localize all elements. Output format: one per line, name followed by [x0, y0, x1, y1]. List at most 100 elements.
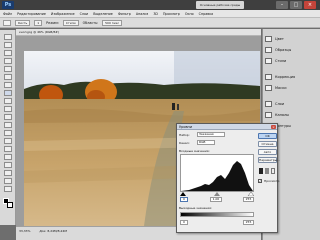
- close-button[interactable]: ×: [304, 1, 316, 9]
- maximize-button[interactable]: □: [290, 1, 302, 9]
- histogram-graph: [181, 161, 253, 191]
- photoshop-logo: Ps: [2, 1, 14, 9]
- menu-view[interactable]: Просмотр: [163, 12, 180, 16]
- panel-color[interactable]: Цвет: [265, 35, 319, 43]
- swatches-icon: [265, 47, 272, 53]
- input-black-field[interactable]: 0: [180, 197, 188, 202]
- input-sliders: [180, 191, 255, 197]
- input-slider-handles: [180, 191, 255, 197]
- panel-adjustments-label: Коррекция: [275, 75, 296, 79]
- color-swatch-icon: [265, 36, 272, 42]
- title-bar: Ps Основные рабочие среды – □ ×: [0, 0, 320, 10]
- panel-masks-label: Маски: [275, 86, 287, 90]
- menu-file[interactable]: Файл: [3, 12, 12, 16]
- ok-button[interactable]: OK: [258, 133, 277, 139]
- gradient-tool-icon[interactable]: [4, 122, 12, 128]
- output-white-field[interactable]: 255: [243, 220, 254, 225]
- history-brush-tool-icon[interactable]: [4, 106, 12, 112]
- document-tab[interactable]: кноп.jpg @ 46% (RGB/8#): [16, 29, 261, 36]
- healing-brush-tool-icon[interactable]: [4, 82, 12, 88]
- adjustments-icon: [265, 74, 272, 80]
- output-levels-label: Выходные значения:: [179, 206, 212, 210]
- panel-channels-label: Каналы: [275, 113, 290, 117]
- input-gamma-field[interactable]: 1,00: [210, 197, 222, 202]
- eyedropper-tool-icon[interactable]: [4, 74, 12, 80]
- panel-layers-label: Слои: [275, 102, 285, 106]
- levels-dialog-title[interactable]: Уровни: [177, 124, 277, 130]
- output-gradient-bar: [180, 212, 254, 217]
- histogram: [180, 154, 254, 192]
- pen-tool-icon[interactable]: [4, 146, 12, 152]
- preset-select[interactable]: Заказная: [197, 132, 225, 137]
- lasso-tool-icon[interactable]: [4, 50, 12, 56]
- panel-color-label: Цвет: [275, 37, 284, 41]
- layers-icon: [265, 101, 272, 107]
- channel-select[interactable]: RGB: [197, 140, 215, 145]
- input-black-slider-icon: [180, 192, 186, 196]
- channel-label: Канал:: [179, 141, 190, 145]
- menu-bar: Файл Редактирование Изображение Слои Выд…: [0, 10, 320, 18]
- eraser-tool-icon[interactable]: [4, 114, 12, 120]
- dodge-tool-icon[interactable]: [4, 138, 12, 144]
- mode-label: Режим:: [46, 20, 59, 25]
- zoom-tool-icon[interactable]: [4, 186, 12, 192]
- shape-tool-icon[interactable]: [4, 170, 12, 176]
- background-color-swatch[interactable]: [7, 202, 13, 208]
- panel-styles[interactable]: Стили: [265, 57, 319, 65]
- brush-preset-icon[interactable]: [3, 19, 11, 26]
- mode-select[interactable]: Стили: [62, 19, 79, 26]
- clone-stamp-tool-icon[interactable]: [4, 98, 12, 104]
- menu-3d[interactable]: 3D: [153, 12, 158, 16]
- menu-help[interactable]: Справка: [199, 12, 214, 16]
- dialog-close-button[interactable]: ×: [271, 125, 276, 129]
- menu-select[interactable]: Выделение: [93, 12, 113, 16]
- menu-window[interactable]: Окно: [185, 12, 194, 16]
- panel-styles-label: Стили: [275, 59, 287, 63]
- workspace-button[interactable]: Основные рабочие среды: [196, 1, 244, 9]
- cancel-button[interactable]: Отмена: [258, 141, 277, 147]
- preview-checkbox[interactable]: ✓: [258, 179, 262, 183]
- levels-dialog: Уровни × Набор: Заказная Канал: RGB Вход…: [176, 123, 280, 233]
- channels-icon: [265, 112, 272, 118]
- brush-tool-icon[interactable]: [4, 90, 12, 96]
- blur-tool-icon[interactable]: [4, 130, 12, 136]
- preview-label: Просмотр: [264, 179, 280, 183]
- menu-image[interactable]: Изображение: [51, 12, 75, 16]
- panel-layers[interactable]: Слои: [265, 100, 319, 108]
- panel-masks[interactable]: Маски: [265, 84, 319, 92]
- quick-select-tool-icon[interactable]: [4, 58, 12, 64]
- input-white-field[interactable]: 255: [243, 197, 254, 202]
- path-select-tool-icon[interactable]: [4, 162, 12, 168]
- menu-filter[interactable]: Фильтр: [118, 12, 131, 16]
- toolbox: [0, 30, 16, 225]
- output-black-field[interactable]: 0: [180, 220, 188, 225]
- eyedropper-group: [259, 168, 277, 174]
- masks-icon: [265, 85, 272, 91]
- menu-edit[interactable]: Редактирование: [17, 12, 46, 16]
- panel-swatches-label: Образцы: [275, 48, 292, 52]
- options-button[interactable]: Параметры...: [258, 157, 280, 163]
- input-gamma-slider-icon: [214, 192, 220, 196]
- panel-channels[interactable]: Каналы: [265, 111, 319, 119]
- panel-adjustments[interactable]: Коррекция: [265, 73, 319, 81]
- black-eyedropper-icon[interactable]: [259, 168, 263, 174]
- tool-preset-select[interactable]: Кисть: [15, 19, 31, 26]
- white-eyedropper-icon[interactable]: [271, 168, 275, 174]
- zoom-level[interactable]: 33,33%: [19, 229, 30, 233]
- gray-eyedropper-icon[interactable]: [265, 168, 269, 174]
- preset-label: Набор:: [179, 133, 190, 137]
- styles-icon: [265, 58, 272, 64]
- marquee-tool-icon[interactable]: [4, 42, 12, 48]
- minimize-button[interactable]: –: [276, 1, 288, 9]
- document-info: Док: 8,24M/8,24M: [39, 229, 67, 233]
- menu-analysis[interactable]: Анализ: [136, 12, 148, 16]
- panel-swatches[interactable]: Образцы: [265, 46, 319, 54]
- type-tool-icon[interactable]: [4, 154, 12, 160]
- move-tool-icon[interactable]: [4, 34, 12, 40]
- brush-size-field[interactable]: 1: [34, 19, 43, 26]
- area-field[interactable]: 500 пикс: [102, 19, 123, 26]
- crop-tool-icon[interactable]: [4, 66, 12, 72]
- menu-layers[interactable]: Слои: [80, 12, 89, 16]
- hand-tool-icon[interactable]: [4, 178, 12, 184]
- auto-button[interactable]: Авто: [258, 149, 277, 155]
